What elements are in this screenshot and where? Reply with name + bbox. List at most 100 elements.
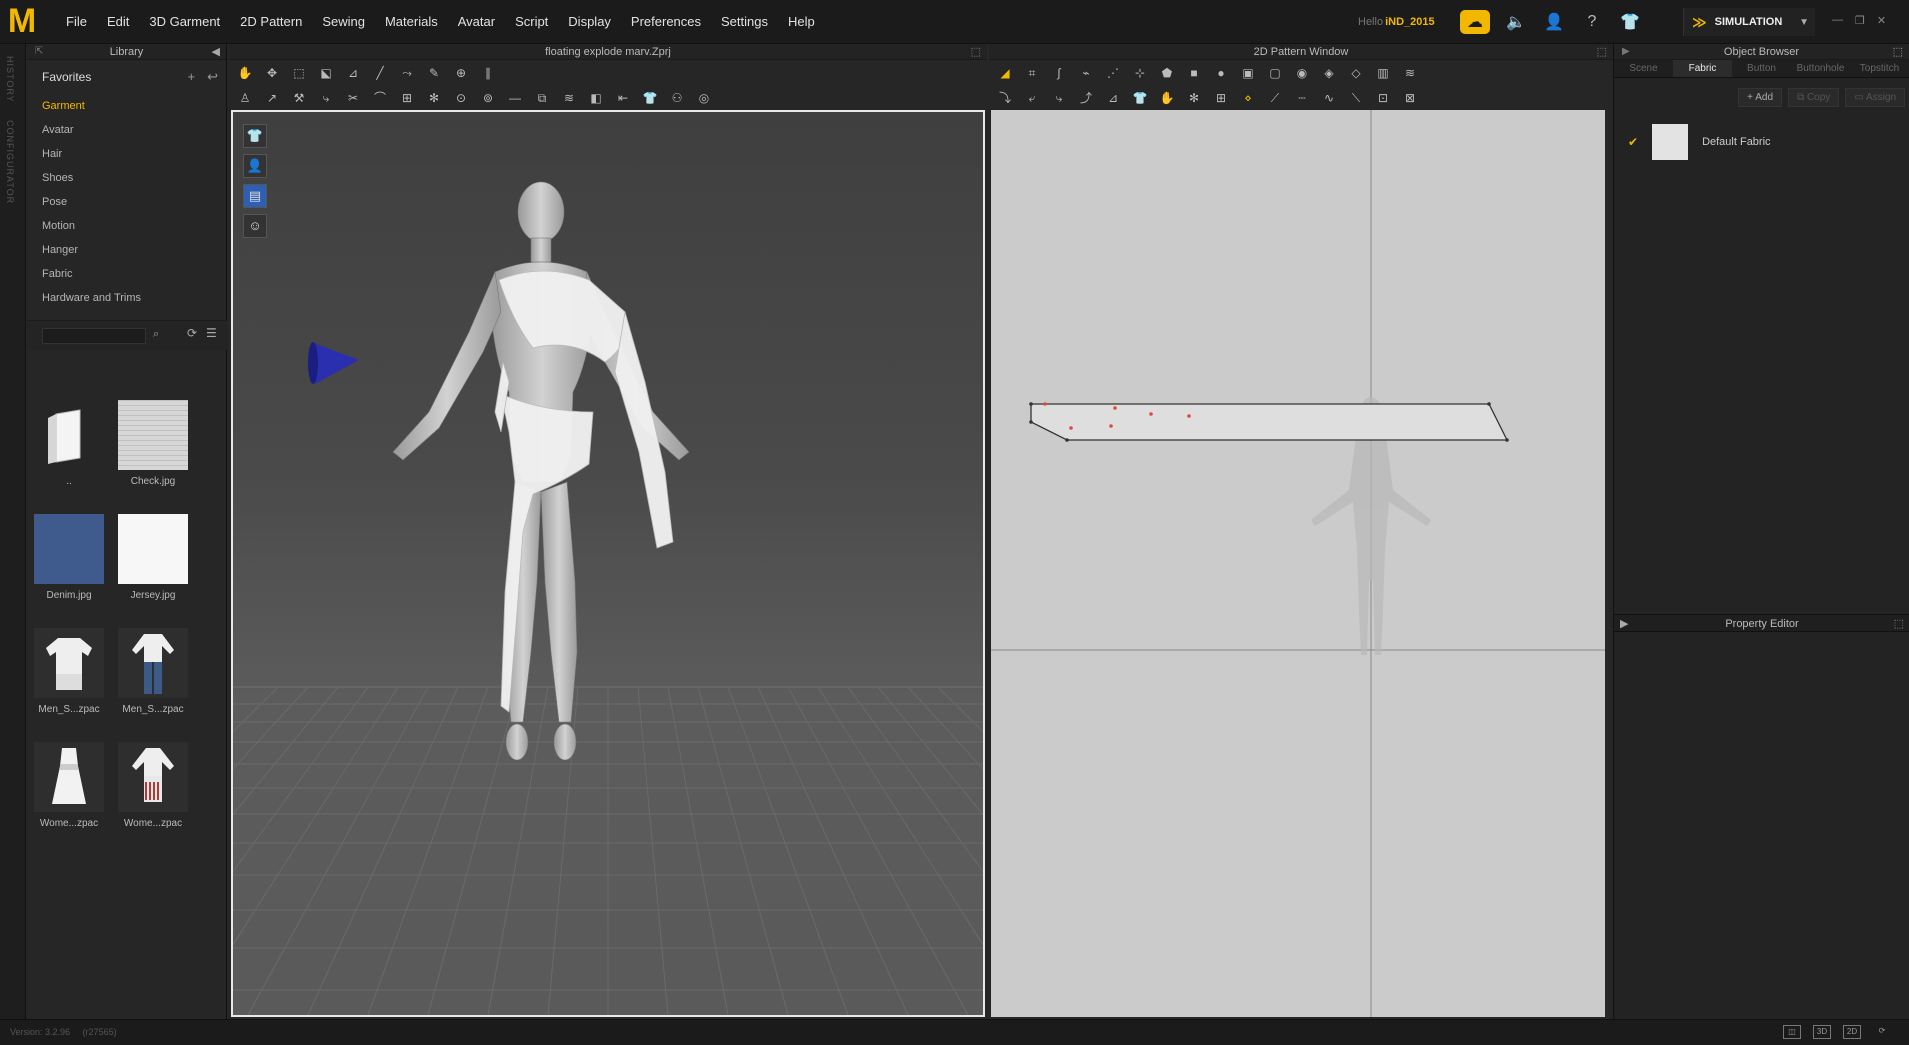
edit-point-2d-icon[interactable]: ⌗ bbox=[1024, 66, 1040, 80]
show-garment-icon[interactable]: 👕 bbox=[243, 124, 267, 148]
thumb-men-shirt[interactable]: Men_S...zpac bbox=[27, 628, 111, 715]
tack-icon[interactable]: ⤳ bbox=[399, 66, 415, 80]
lasso-icon[interactable]: ⌒ bbox=[372, 91, 388, 105]
check-sewing-icon[interactable]: ⤴ bbox=[1078, 91, 1094, 105]
fitting-icon[interactable]: ⚇ bbox=[669, 91, 685, 105]
menu-settings[interactable]: Settings bbox=[711, 0, 778, 44]
tab-topstitch[interactable]: Topstitch bbox=[1850, 60, 1909, 77]
pattern-scene[interactable] bbox=[991, 110, 1605, 1017]
shirt-2d-icon[interactable]: 👕 bbox=[1132, 91, 1148, 105]
pattern-2d-canvas[interactable] bbox=[991, 110, 1605, 1017]
collapse-right-icon[interactable]: ▶ bbox=[1622, 44, 1630, 60]
pleat-icon[interactable]: ▥ bbox=[1375, 66, 1391, 80]
tab-scene[interactable]: Scene bbox=[1614, 60, 1673, 77]
garment-icon[interactable]: 👕 bbox=[1618, 10, 1642, 34]
cloud-icon[interactable]: ☁ bbox=[1460, 10, 1490, 34]
transform-icon[interactable]: ✥ bbox=[264, 66, 280, 80]
puckering-2d-icon[interactable]: ∿ bbox=[1321, 91, 1337, 105]
shirt-icon[interactable]: 👕 bbox=[642, 91, 658, 105]
thumb-women-dress[interactable]: Wome...zpac bbox=[27, 742, 111, 829]
favorites-label[interactable]: Favorites bbox=[42, 70, 91, 84]
menu-display[interactable]: Display bbox=[558, 0, 621, 44]
maximize-icon[interactable]: ⬚ bbox=[1893, 44, 1903, 60]
fabric-list-item[interactable]: ✔ Default Fabric bbox=[1614, 122, 1909, 162]
tab-fabric[interactable]: Fabric bbox=[1673, 60, 1732, 77]
simulation-dropdown-icon[interactable]: ▼ bbox=[1799, 17, 1809, 28]
view-3d-button[interactable]: 3D bbox=[1813, 1025, 1831, 1039]
search-icon[interactable]: ⌕ bbox=[153, 328, 159, 341]
close-icon[interactable]: ✕ bbox=[1877, 14, 1886, 27]
pin-tool-icon[interactable]: ↗ bbox=[264, 91, 280, 105]
menu-sewing[interactable]: Sewing bbox=[312, 0, 375, 44]
topstitch-2d-icon[interactable]: ┄ bbox=[1294, 91, 1310, 105]
annotation-icon[interactable]: ⊡ bbox=[1375, 91, 1391, 105]
ruler-2d-icon[interactable]: ⟋ bbox=[1267, 91, 1283, 105]
cut-icon[interactable]: ✂ bbox=[345, 91, 361, 105]
thumb-men-shirt-jeans[interactable]: Men_S...zpac bbox=[111, 628, 195, 715]
maximize-icon[interactable]: ⬚ bbox=[1894, 615, 1904, 633]
simulation-toggle[interactable]: ≫ SIMULATION ▼ bbox=[1683, 8, 1815, 36]
graphic-icon[interactable]: ✻ bbox=[1186, 91, 1202, 105]
show-avatar-icon[interactable]: 👤 bbox=[243, 154, 267, 178]
thumb-check[interactable]: Check.jpg bbox=[111, 400, 195, 487]
dart-icon[interactable]: ◈ bbox=[1321, 66, 1337, 80]
maximize-icon[interactable]: ⬚ bbox=[971, 44, 981, 60]
back-icon[interactable]: ↩ bbox=[207, 69, 218, 85]
history-tab[interactable]: HISTORY bbox=[5, 56, 15, 103]
polygon-icon[interactable]: ⬟ bbox=[1159, 66, 1175, 80]
measure-2d-icon[interactable]: ⟍ bbox=[1348, 91, 1364, 105]
restore-icon[interactable]: ❐ bbox=[1855, 14, 1865, 27]
curve-point-icon[interactable]: ⌁ bbox=[1078, 66, 1094, 80]
buttonhole-icon[interactable]: ⊚ bbox=[480, 91, 496, 105]
edit-point-icon[interactable]: ⬕ bbox=[318, 66, 334, 80]
copy-fabric-button[interactable]: ⧉ Copy bbox=[1788, 87, 1840, 107]
pose-icon[interactable]: ♙ bbox=[237, 91, 253, 105]
puckering-icon[interactable]: ≋ bbox=[561, 91, 577, 105]
split-icon[interactable]: ⊹ bbox=[1132, 66, 1148, 80]
library-item-pose[interactable]: Pose bbox=[42, 190, 226, 214]
collapse-left-icon[interactable]: ◀ bbox=[212, 44, 220, 60]
thumb-denim[interactable]: Denim.jpg bbox=[27, 514, 111, 601]
button-2d-icon[interactable]: ⊞ bbox=[1213, 91, 1229, 105]
circle-icon[interactable]: ● bbox=[1213, 66, 1229, 80]
topstitch-icon[interactable]: — bbox=[507, 91, 523, 105]
add-point-icon[interactable]: ⋰ bbox=[1105, 66, 1121, 80]
fold-icon[interactable]: ⊿ bbox=[345, 66, 361, 80]
list-view-icon[interactable]: ☰ bbox=[206, 326, 217, 340]
library-item-hardware[interactable]: Hardware and Trims bbox=[42, 286, 226, 310]
library-item-hair[interactable]: Hair bbox=[42, 142, 226, 166]
segment-sewing-icon[interactable]: ⤵ bbox=[997, 91, 1013, 105]
fold-tool-icon[interactable]: ⤷ bbox=[318, 91, 334, 105]
thumb-women-striped[interactable]: Wome...zpac bbox=[111, 742, 195, 829]
help-icon[interactable]: ? bbox=[1580, 10, 1604, 34]
layer-icon[interactable]: ∥ bbox=[480, 66, 496, 80]
user-icon[interactable]: 👤 bbox=[1542, 10, 1566, 34]
view-2d-button[interactable]: 2D bbox=[1843, 1025, 1861, 1039]
strengthen-icon[interactable]: ⚒ bbox=[291, 91, 307, 105]
zipper-icon[interactable]: ⧉ bbox=[534, 91, 550, 105]
show-texture-icon[interactable]: ▤ bbox=[243, 184, 267, 208]
trace-icon[interactable]: ◇ bbox=[1348, 66, 1364, 80]
maximize-icon[interactable]: ⬚ bbox=[1597, 44, 1607, 60]
menu-2d-pattern[interactable]: 2D Pattern bbox=[230, 0, 312, 44]
multi-sewing-icon[interactable]: ⤷ bbox=[1051, 91, 1067, 105]
collapse-right-icon[interactable]: ▶ bbox=[1620, 615, 1628, 633]
menu-script[interactable]: Script bbox=[505, 0, 558, 44]
edit-curve-icon[interactable]: ∫ bbox=[1051, 66, 1067, 80]
add-icon[interactable]: + bbox=[188, 69, 196, 85]
library-item-fabric[interactable]: Fabric bbox=[42, 262, 226, 286]
menu-preferences[interactable]: Preferences bbox=[621, 0, 711, 44]
menu-3d-garment[interactable]: 3D Garment bbox=[139, 0, 230, 44]
library-item-motion[interactable]: Motion bbox=[42, 214, 226, 238]
refresh-icon[interactable]: ⟳ bbox=[187, 326, 197, 340]
tape-icon[interactable]: ⊿ bbox=[1105, 91, 1121, 105]
library-item-shoes[interactable]: Shoes bbox=[42, 166, 226, 190]
show-skin-icon[interactable]: ☺ bbox=[243, 214, 267, 238]
notch-icon[interactable]: ⋄ bbox=[1240, 91, 1256, 105]
measure-icon[interactable]: ⊞ bbox=[399, 91, 415, 105]
tab-buttonhole[interactable]: Buttonhole bbox=[1791, 60, 1850, 77]
configurator-tab[interactable]: CONFIGURATOR bbox=[5, 120, 15, 204]
internal-polygon-icon[interactable]: ▣ bbox=[1240, 66, 1256, 80]
rectangle-icon[interactable]: ■ bbox=[1186, 66, 1202, 80]
free-sewing-icon[interactable]: ⤶ bbox=[1024, 91, 1040, 105]
